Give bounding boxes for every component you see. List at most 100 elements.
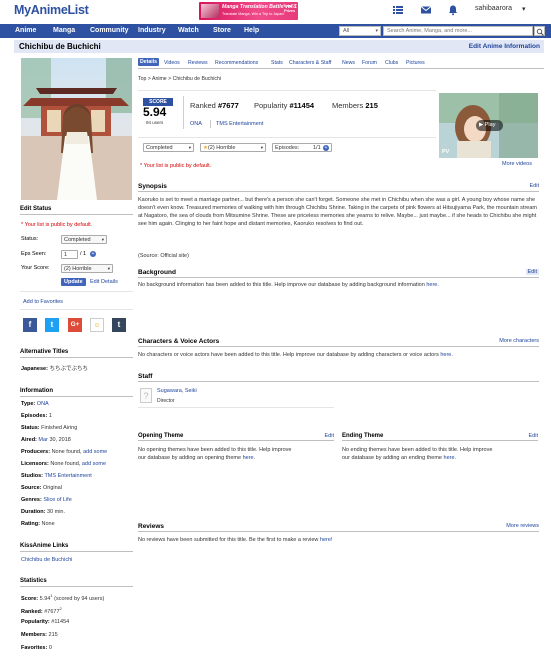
- more-characters-link[interactable]: More characters: [499, 338, 539, 344]
- nav-industry[interactable]: Industry: [138, 27, 166, 34]
- list-status-select[interactable]: Completed ▾: [143, 143, 194, 152]
- characters-title: Characters & Voice Actors: [138, 338, 220, 345]
- tab-videos[interactable]: Videos: [164, 60, 180, 66]
- info-genres-row: Genres: Slice of Life: [21, 497, 72, 503]
- facebook-icon[interactable]: f: [23, 318, 37, 332]
- characters-text: No characters or voice actors have been …: [138, 352, 453, 358]
- add-to-favorites-button[interactable]: Add to Favorites: [23, 299, 63, 305]
- tab-clubs[interactable]: Clubs: [385, 60, 398, 66]
- episodes-progress[interactable]: Episodes: 1/1 +: [272, 143, 332, 152]
- staff-name-link[interactable]: Sugawara, Seiki: [157, 388, 197, 394]
- info-label: Score:: [21, 595, 39, 602]
- kissanime-link[interactable]: Chichibu de Buchichi: [21, 557, 72, 563]
- studio-link[interactable]: TMS Entertainment: [216, 121, 263, 127]
- popularity-stat: Popularity #11454: [254, 101, 314, 110]
- nav-help[interactable]: Help: [244, 27, 259, 34]
- stat-score: 5.94: [39, 595, 51, 602]
- tab-details[interactable]: Details: [138, 58, 160, 66]
- username[interactable]: sahibaarora: [475, 5, 512, 12]
- increment-plus-icon[interactable]: +: [90, 251, 96, 257]
- search-button[interactable]: [534, 26, 545, 36]
- add-opening-link[interactable]: here: [243, 455, 254, 461]
- nav-community[interactable]: Community: [90, 27, 129, 34]
- google-plus-icon[interactable]: G+: [68, 318, 82, 332]
- edit-status-heading: Edit Status: [20, 206, 133, 215]
- aired-month-link[interactable]: Mar: [38, 437, 47, 443]
- stat-ranked-row: Ranked: #76772: [21, 606, 62, 615]
- reviews-heading: Reviews More reviews: [138, 523, 539, 532]
- pv-label: PV: [442, 149, 450, 155]
- score-users: 94 users: [146, 120, 164, 125]
- more-reviews-link[interactable]: More reviews: [506, 523, 539, 529]
- search-category-select[interactable]: All ▾: [339, 26, 381, 36]
- nav-manga[interactable]: Manga: [53, 27, 75, 34]
- information-heading: Information: [20, 388, 133, 397]
- write-review-link[interactable]: here!: [320, 537, 333, 543]
- search-input[interactable]: Search Anime, Manga, and more...: [383, 26, 533, 36]
- tab-recommendations[interactable]: Recommendations: [215, 60, 258, 66]
- add-background-link[interactable]: here: [426, 282, 437, 288]
- nav-watch[interactable]: Watch: [178, 27, 199, 34]
- eps-seen-input[interactable]: 1: [61, 250, 78, 259]
- info-label: Popularity:: [21, 619, 50, 625]
- stat-favorites-row: Favorites: 0: [21, 645, 52, 651]
- advertisement-banner[interactable]: Manga Translation Battle vol.1 Translate…: [199, 2, 298, 20]
- more-videos-link[interactable]: More videos: [502, 161, 532, 167]
- genre-link[interactable]: Slice of Life: [43, 497, 71, 503]
- tumblr-icon[interactable]: t: [112, 318, 126, 332]
- breadcrumb[interactable]: Top > Anime > Chichibu de Buchichi: [138, 76, 221, 82]
- score-select[interactable]: (2) Horrible ▾: [61, 264, 113, 273]
- add-characters-link[interactable]: here: [440, 352, 451, 358]
- reddit-icon[interactable]: ☺: [90, 318, 104, 332]
- info-label: Episodes:: [21, 413, 48, 419]
- info-label: Genres:: [21, 497, 42, 503]
- add-licensors-link[interactable]: add some: [82, 461, 106, 467]
- twitter-icon[interactable]: t: [45, 318, 59, 332]
- synopsis-edit-link[interactable]: Edit: [530, 183, 539, 189]
- info-value: Finished Airing: [41, 425, 78, 431]
- chevron-down-icon[interactable]: ▾: [522, 5, 526, 13]
- studio-link[interactable]: TMS Entertainment: [44, 473, 91, 479]
- add-producers-link[interactable]: add some: [83, 449, 107, 455]
- notification-bell-icon[interactable]: [447, 4, 459, 16]
- list-score-select[interactable]: ★(2) Horrible ▾: [200, 143, 266, 152]
- update-button[interactable]: Update: [61, 278, 86, 286]
- info-value: None found,: [50, 461, 81, 467]
- anime-poster[interactable]: [21, 58, 132, 200]
- nav-store[interactable]: Store: [213, 27, 231, 34]
- chevron-down-icon: ▾: [375, 28, 378, 34]
- staff-role: Director: [157, 398, 175, 404]
- tab-characters-staff[interactable]: Characters & Staff: [289, 60, 331, 66]
- reviews-text: No reviews have been submitted for this …: [138, 536, 538, 544]
- tab-pictures[interactable]: Pictures: [406, 60, 425, 66]
- chevron-down-icon: ▾: [107, 266, 110, 271]
- mail-icon[interactable]: [420, 4, 432, 16]
- list-icon[interactable]: [392, 4, 404, 16]
- status-select[interactable]: Completed ▾: [61, 235, 107, 244]
- chevron-down-icon: ▾: [188, 145, 191, 150]
- nav-anime[interactable]: Anime: [15, 27, 36, 34]
- ending-edit-link[interactable]: Edit: [529, 433, 538, 439]
- tab-forum[interactable]: Forum: [362, 60, 377, 66]
- info-value: 30 min.: [46, 509, 66, 515]
- tab-stats[interactable]: Stats: [271, 60, 283, 66]
- tab-news[interactable]: News: [342, 60, 355, 66]
- ad-image: [201, 4, 219, 18]
- add-ending-link[interactable]: here: [444, 455, 455, 461]
- staff-avatar-placeholder[interactable]: ?: [140, 388, 152, 403]
- type-link[interactable]: ONA: [37, 401, 49, 407]
- edit-details-link[interactable]: Edit Details: [90, 279, 118, 285]
- increment-plus-icon[interactable]: +: [323, 145, 329, 151]
- edit-anime-information-link[interactable]: Edit Anime Information: [469, 43, 540, 50]
- site-logo[interactable]: MyAnimeList: [14, 3, 89, 17]
- stat-popularity-row: Popularity: #11454: [21, 619, 69, 625]
- background-edit-link[interactable]: Edit: [525, 269, 539, 275]
- tab-reviews[interactable]: Reviews: [188, 60, 208, 66]
- type-link[interactable]: ONA: [190, 121, 202, 127]
- play-button[interactable]: ▶ Play: [476, 120, 503, 131]
- info-label: Duration:: [21, 509, 46, 515]
- opening-edit-link[interactable]: Edit: [325, 433, 334, 439]
- promo-video-thumbnail[interactable]: ▶ Play PV: [439, 93, 538, 158]
- info-label: Ranked:: [21, 608, 43, 615]
- opening-theme-text: No opening themes have been added to thi…: [138, 446, 334, 462]
